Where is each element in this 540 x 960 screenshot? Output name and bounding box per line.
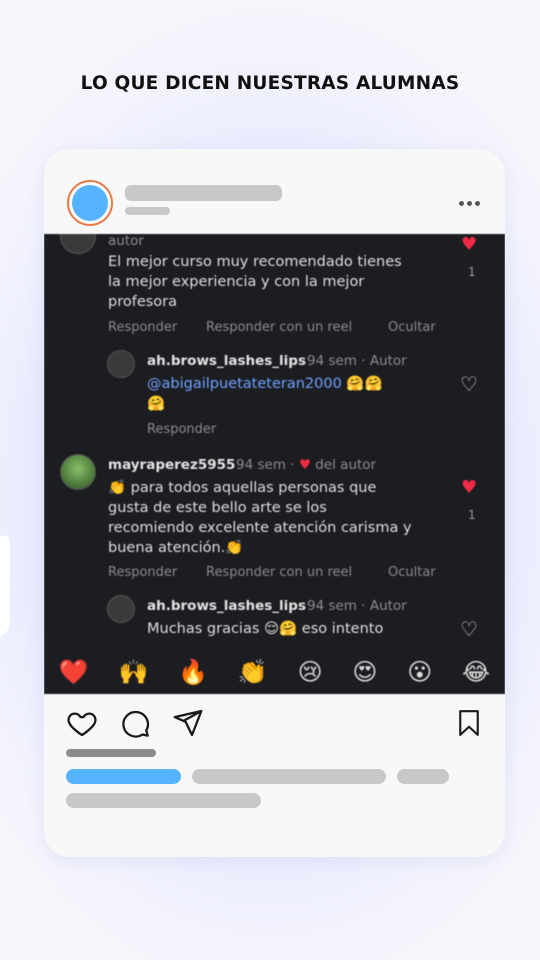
reply-reel-link[interactable]: Responder con un reel — [206, 320, 352, 335]
reply-reel-link[interactable]: Responder con un reel — [206, 565, 352, 580]
likes-placeholder — [66, 749, 156, 757]
reply-username[interactable]: ah.brows_lashes_lips — [147, 598, 306, 614]
comment-username[interactable]: mayraperez5955 — [108, 457, 235, 473]
emoji-reaction-bar: ❤️ 🙌 🔥 👏 😢 😍 😮 😂 — [44, 649, 505, 694]
comments-screenshot: autor El mejor curso muy recomendado tie… — [44, 234, 505, 694]
reply-text: @abigailpuetateteran2000 🤗🤗 — [147, 375, 383, 395]
comment-icon[interactable] — [119, 707, 151, 739]
comment-line: gusta de este bello arte se los — [108, 500, 327, 516]
post-card: autor El mejor curso muy recomendado tie… — [44, 149, 505, 857]
comment-line: profesora — [108, 294, 178, 310]
commenter-avatar — [60, 234, 96, 254]
author-avatar — [107, 350, 135, 378]
emoji-fire[interactable]: 🔥 — [178, 658, 208, 686]
page-title: LO QUE DICEN NUESTRAS ALUMNAS — [80, 73, 460, 94]
liked-heart-icon[interactable]: ♥ — [461, 477, 477, 498]
comment-meta: autor — [108, 234, 144, 249]
reply-meta: 94 sem · Autor — [307, 353, 407, 369]
username-placeholder — [125, 185, 282, 201]
caption-placeholder — [192, 769, 386, 784]
reply-text: Muchas gracias 😌🤗 eso intento — [147, 621, 384, 637]
comment-line: recomiendo excelente atención carisma y — [108, 520, 412, 536]
reply-link[interactable]: Responder — [108, 565, 177, 580]
hide-link[interactable]: Ocultar — [388, 565, 436, 580]
comment-meta: 94 sem · ♥ del autor — [236, 457, 377, 473]
emoji-clap[interactable]: 👏 — [238, 658, 268, 686]
emoji-heart-eyes[interactable]: 😍 — [352, 658, 377, 686]
like-count: 1 — [468, 265, 476, 279]
avatar[interactable] — [67, 180, 113, 226]
author-avatar — [107, 595, 135, 623]
emoji-heart[interactable]: ❤️ — [59, 658, 89, 686]
reply-meta: 94 sem · Autor — [307, 598, 407, 614]
comment-line: 👏 para todos aquellas personas que — [108, 480, 377, 496]
heart-outline-icon[interactable]: ♡ — [460, 617, 478, 641]
reply-emoji: 🤗🤗 — [346, 376, 383, 392]
comment-line: la mejor experiencia y con la mejor — [108, 274, 365, 290]
reply-link[interactable]: Responder — [108, 320, 177, 335]
subtitle-placeholder — [125, 207, 170, 215]
emoji-laughing[interactable]: 😂 — [462, 658, 490, 686]
caption-placeholder — [397, 769, 449, 784]
more-icon[interactable] — [459, 201, 480, 206]
comment-line: El mejor curso muy recomendado tienes — [108, 254, 402, 270]
like-count: 1 — [468, 508, 476, 522]
emoji-raised-hands[interactable]: 🙌 — [119, 658, 149, 686]
reply-emoji-line: 🤗 — [147, 396, 166, 412]
liked-heart-icon[interactable]: ♥ — [461, 234, 477, 255]
commenter-avatar — [60, 454, 96, 490]
post-actions — [65, 707, 485, 741]
heart-icon[interactable] — [65, 707, 99, 739]
share-icon[interactable] — [171, 707, 205, 739]
emoji-crying[interactable]: 😢 — [298, 658, 323, 686]
emoji-surprised[interactable]: 😮 — [407, 658, 432, 686]
heart-outline-icon[interactable]: ♡ — [460, 372, 478, 396]
comment-line: buena atención.👏 — [108, 540, 244, 556]
reply-link[interactable]: Responder — [147, 422, 216, 437]
caption-placeholder — [66, 793, 261, 808]
hide-link[interactable]: Ocultar — [388, 320, 436, 335]
bookmark-icon[interactable] — [454, 707, 484, 739]
caption-accent-bar — [66, 769, 181, 784]
mention-link[interactable]: @abigailpuetateteran2000 — [147, 376, 342, 392]
decorative-shape — [0, 532, 10, 648]
reply-username[interactable]: ah.brows_lashes_lips — [147, 353, 306, 369]
